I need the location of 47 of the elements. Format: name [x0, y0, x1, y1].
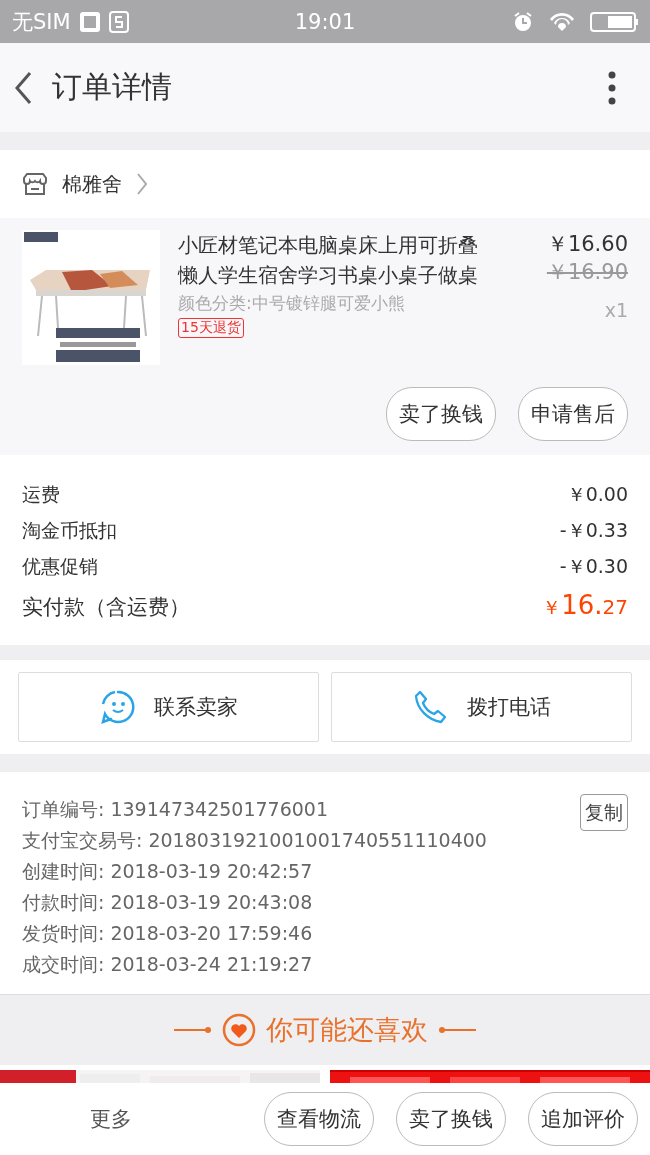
- phone-icon: [412, 689, 449, 725]
- battery-icon: [590, 9, 638, 34]
- product-variant: 颜色分类:中号镀锌腿可爱小熊: [178, 292, 406, 315]
- total-label: 实付款（含运费）: [22, 594, 190, 621]
- fee-value: ￥0.00: [566, 482, 628, 507]
- back-icon: [14, 70, 34, 105]
- original-price: ￥16.90: [546, 259, 628, 286]
- quantity: x1: [604, 298, 628, 323]
- order-info-line: 成交时间: 2018-03-24 21:19:27: [22, 952, 313, 977]
- total-amount: ￥16.27: [542, 590, 628, 621]
- more-options-icon: [608, 70, 616, 105]
- fee-value: -￥0.30: [559, 554, 628, 579]
- section-title: 你可能还喜欢: [266, 1013, 428, 1047]
- action-button[interactable]: 申请售后: [518, 387, 628, 441]
- clock-time: 19:01: [294, 9, 356, 34]
- decorative-line-icon: [438, 1024, 476, 1036]
- carrier-text: 无SIM: [12, 8, 71, 36]
- chevron-right-icon: [136, 172, 148, 196]
- fee-label: 运费: [22, 482, 60, 507]
- decorative-line-icon: [174, 1024, 212, 1036]
- alarm-icon: [512, 10, 534, 33]
- app-notification-icon: [78, 10, 101, 33]
- product-title[interactable]: 小匠材笔记本电脑桌床上用可折叠懒人学生宿舍学习书桌小桌子做桌: [178, 230, 478, 290]
- contact-button[interactable]: 联系卖家: [18, 672, 319, 742]
- copy-button[interactable]: 复制: [580, 794, 628, 831]
- chat-icon: [99, 689, 136, 725]
- order-info-line: 支付宝交易号: 2018031921001001740551110400: [22, 828, 487, 853]
- action-button[interactable]: 卖了换钱: [386, 387, 496, 441]
- fee-label: 淘金币抵扣: [22, 518, 117, 543]
- return-policy-tag: 15天退货: [178, 318, 244, 338]
- product-price: ￥16.60: [546, 231, 628, 258]
- app-notification-icon: [108, 10, 129, 33]
- fee-value: -￥0.33: [559, 518, 628, 543]
- action-button[interactable]: 卖了换钱: [396, 1092, 506, 1146]
- fee-label: 优惠促销: [22, 554, 98, 579]
- order-info-line: 订单编号: 139147342501776001: [22, 797, 329, 822]
- order-info-line: 发货时间: 2018-03-20 17:59:46: [22, 921, 313, 946]
- action-button[interactable]: 追加评价: [528, 1092, 638, 1146]
- shop-name[interactable]: 棉雅舍: [62, 170, 122, 198]
- order-info-line: 创建时间: 2018-03-19 20:42:57: [22, 859, 313, 884]
- wifi-icon: [548, 10, 576, 33]
- more-link[interactable]: 更多: [90, 1105, 242, 1133]
- action-button[interactable]: 查看物流: [264, 1092, 374, 1146]
- order-info-line: 付款时间: 2018-03-19 20:43:08: [22, 890, 313, 915]
- contact-button[interactable]: 拨打电话: [331, 672, 632, 742]
- shop-icon: [22, 172, 48, 196]
- page-title: 订单详情: [52, 68, 173, 106]
